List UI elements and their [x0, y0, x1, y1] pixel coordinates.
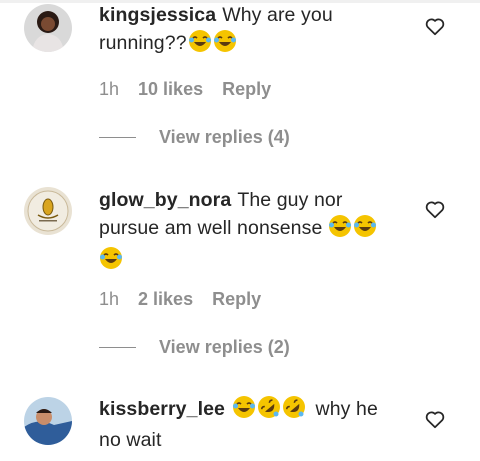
comment-text: glow_by_nora The guy nor pursue am well n… [99, 187, 399, 278]
comment-glow_by_nora: glow_by_nora The guy nor pursue am well n… [0, 180, 480, 370]
face-with-tears-of-joy-emoji [213, 29, 237, 61]
view-replies-button[interactable]: View replies (2) [99, 337, 290, 358]
comment-likes[interactable]: 2 likes [138, 289, 193, 310]
view-replies-label: View replies (2) [159, 337, 290, 357]
rolling-on-floor-laughing-emoji [282, 395, 306, 427]
face-with-tears-of-joy-emoji [328, 214, 352, 246]
view-replies-button[interactable]: View replies (4) [99, 127, 290, 148]
avatar[interactable] [24, 4, 72, 52]
avatar[interactable] [24, 397, 72, 445]
face-with-tears-of-joy-emoji [188, 29, 212, 61]
reply-button[interactable]: Reply [212, 289, 261, 310]
heart-outline-icon[interactable] [424, 198, 446, 220]
heart-outline-icon[interactable] [424, 408, 446, 430]
comment-text: kissberry_lee why he no wait [99, 395, 399, 454]
comment-username[interactable]: kissberry_lee [99, 398, 225, 420]
heart-outline-icon[interactable] [424, 15, 446, 37]
comment-kissberry_lee: kissberry_lee why he no wait [0, 390, 480, 461]
comment-likes[interactable]: 10 likes [138, 79, 203, 100]
comment-meta: 1h 10 likes Reply [99, 79, 271, 100]
view-replies-label: View replies (4) [159, 127, 290, 147]
comment-kingsjessica: kingsjessica Why are you running?? 1h 10 … [0, 0, 480, 170]
comment-username[interactable]: glow_by_nora [99, 189, 231, 211]
comment-meta: 1h 2 likes Reply [99, 289, 261, 310]
replies-divider [99, 137, 136, 138]
rolling-on-floor-laughing-emoji [257, 395, 281, 427]
reply-button[interactable]: Reply [222, 79, 271, 100]
comment-text: kingsjessica Why are you running?? [99, 2, 399, 61]
face-with-tears-of-joy-emoji [99, 246, 123, 278]
comment-username[interactable]: kingsjessica [99, 4, 216, 26]
face-with-tears-of-joy-emoji [353, 214, 377, 246]
avatar[interactable] [24, 187, 72, 235]
face-with-tears-of-joy-emoji [232, 395, 256, 427]
replies-divider [99, 347, 136, 348]
comment-time: 1h [99, 79, 120, 99]
comment-time: 1h [99, 289, 120, 309]
